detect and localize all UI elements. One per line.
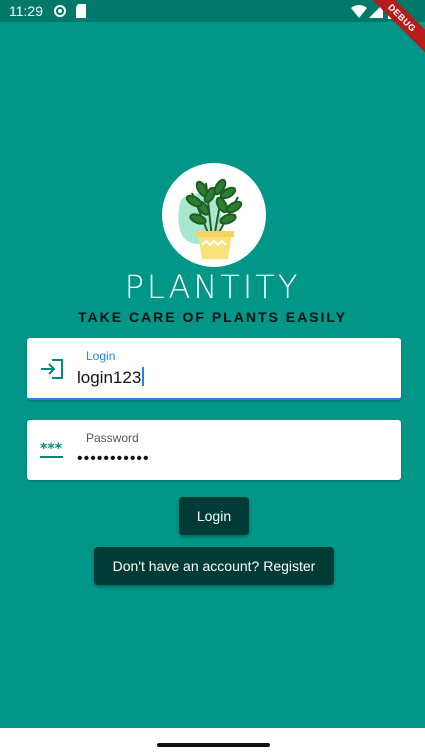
svg-text:***: ***: [40, 441, 63, 457]
status-time: 11:29: [9, 3, 43, 19]
login-field[interactable]: Login login123: [27, 338, 401, 400]
password-label: Password: [86, 431, 139, 445]
wifi-icon: [351, 4, 367, 18]
password-icon: ***: [40, 441, 63, 458]
app-name: PLANTITY: [124, 268, 301, 306]
password-input[interactable]: •••••••••••: [77, 450, 150, 468]
app-tagline: TAKE CARE OF PLANTS EASILY: [77, 309, 348, 325]
home-gesture-handle[interactable]: [157, 743, 270, 747]
status-bar: 11:29: [0, 0, 425, 22]
login-button[interactable]: Login: [179, 497, 249, 535]
login-label: Login: [86, 349, 116, 363]
navigation-bar: [0, 728, 425, 753]
sd-card-icon: [76, 4, 86, 18]
login-icon: [41, 359, 63, 379]
plant-icon: [178, 178, 243, 259]
register-button[interactable]: Don't have an account? Register: [94, 547, 334, 585]
text-cursor: [142, 367, 145, 386]
login-input[interactable]: login123: [77, 367, 145, 388]
plant-logo: [162, 163, 266, 267]
password-field[interactable]: *** Password •••••••••••: [27, 420, 401, 480]
settings-icon: [54, 5, 66, 17]
